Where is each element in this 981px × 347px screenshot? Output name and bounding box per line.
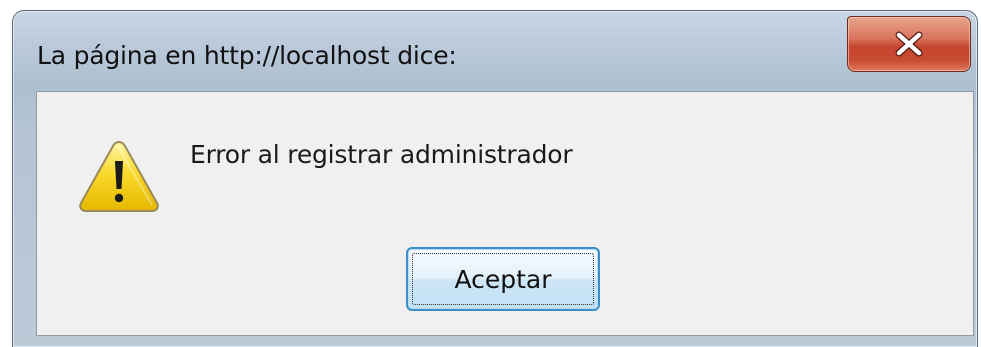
dialog-content: Error al registrar administrador Aceptar	[36, 91, 974, 336]
dialog-message: Error al registrar administrador	[190, 140, 573, 169]
alert-dialog: La página en http://localhost dice: Erro…	[12, 10, 978, 347]
accept-button[interactable]: Aceptar	[406, 247, 600, 311]
close-icon	[892, 31, 926, 57]
close-button[interactable]	[847, 16, 971, 72]
dialog-title: La página en http://localhost dice:	[37, 41, 457, 70]
accept-button-label: Aceptar	[454, 264, 552, 294]
dialog-titlebar[interactable]: La página en http://localhost dice:	[13, 11, 977, 89]
warning-icon	[78, 139, 160, 213]
